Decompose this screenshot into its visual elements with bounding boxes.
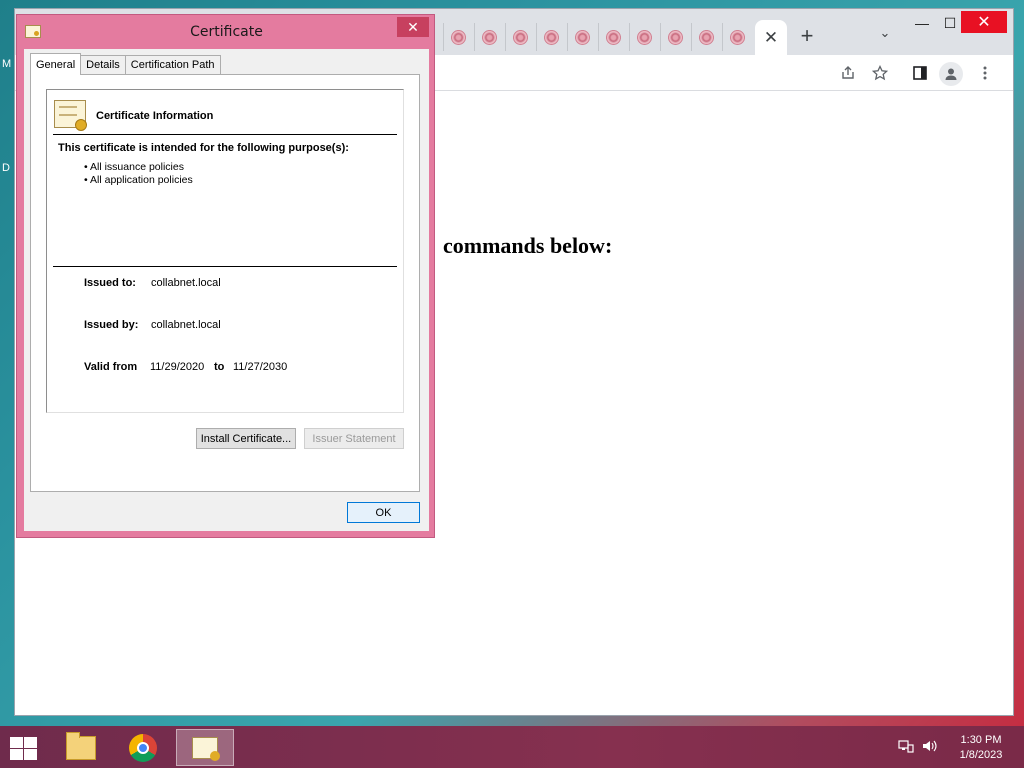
tab-8[interactable] <box>660 23 690 51</box>
tab-1[interactable] <box>443 23 473 51</box>
windows-start-icon[interactable] <box>8 736 38 760</box>
file-explorer-taskbar-button[interactable] <box>52 729 110 766</box>
system-clock[interactable]: 1:30 PM 1/8/2023 <box>948 733 1014 763</box>
favicon-icon <box>575 29 590 45</box>
tab-9[interactable] <box>691 23 721 51</box>
tab-3[interactable] <box>505 23 535 51</box>
taskbar: 1:30 PM 1/8/2023 <box>0 726 1024 768</box>
chrome-icon <box>129 733 157 762</box>
valid-from-label: Valid from <box>84 361 138 373</box>
tab-2[interactable] <box>474 23 504 51</box>
purpose-heading: This certificate is intended for the fol… <box>58 142 349 154</box>
browser-close-button[interactable]: ✕ <box>961 11 1007 33</box>
valid-to-label: to <box>214 361 225 373</box>
favicon-icon <box>482 29 497 45</box>
tab-7[interactable] <box>629 23 659 51</box>
tab-search-button[interactable]: ⌄ <box>875 25 895 47</box>
clock-time: 1:30 PM <box>960 734 1002 746</box>
favicon-icon <box>668 29 683 45</box>
active-tab-close-button[interactable]: ✕ <box>755 20 787 55</box>
desktop-edge-letter-m: M <box>2 58 12 70</box>
star-icon[interactable] <box>868 61 892 85</box>
share-icon[interactable] <box>836 61 860 85</box>
network-icon[interactable] <box>898 739 914 756</box>
tab-general[interactable]: General <box>30 53 82 75</box>
tab-4[interactable] <box>536 23 566 51</box>
tab-10[interactable] <box>722 23 752 51</box>
favicon-icon <box>606 29 621 45</box>
tab-details[interactable]: Details <box>80 55 126 75</box>
ok-button[interactable]: OK <box>347 502 420 523</box>
minimize-button[interactable]: — <box>907 11 937 35</box>
desktop-edge-letter-d: D <box>2 162 10 174</box>
info-title: Certificate Information <box>96 110 214 122</box>
folder-icon <box>66 731 96 760</box>
purpose-item: All issuance policies <box>84 161 193 174</box>
clock-date: 1/8/2023 <box>959 749 1003 761</box>
purpose-item: All application policies <box>84 174 193 187</box>
issued-by-label: Issued by: <box>84 319 139 331</box>
tab-certification-path[interactable]: Certification Path <box>124 55 221 75</box>
purpose-list: All issuance policies All application po… <box>84 161 193 187</box>
valid-to-value: 11/27/2030 <box>233 361 288 373</box>
issuer-statement-button[interactable]: Issuer Statement <box>304 428 404 449</box>
chrome-taskbar-button[interactable] <box>114 729 172 766</box>
profile-icon[interactable] <box>939 62 963 86</box>
divider <box>53 134 397 135</box>
general-tab-panel: Certificate Information This certificate… <box>30 74 420 492</box>
dialog-body: General Details Certification Path Certi… <box>24 49 429 531</box>
favicon-icon <box>637 29 652 45</box>
issued-to-label: Issued to: <box>84 277 136 289</box>
volume-icon[interactable] <box>922 739 938 756</box>
valid-from-value: 11/29/2020 <box>150 361 205 373</box>
certificate-info-icon <box>54 100 87 131</box>
issued-by-value: collabnet.local <box>151 319 221 331</box>
new-tab-button[interactable]: + <box>796 23 818 49</box>
issued-to-value: collabnet.local <box>151 277 221 289</box>
favicon-icon <box>513 29 528 45</box>
tab-6[interactable] <box>598 23 628 51</box>
dialog-tabs: General Details Certification Path <box>30 53 221 75</box>
dialog-close-button[interactable]: ✕ <box>397 17 429 37</box>
menu-icon[interactable] <box>973 61 997 85</box>
certificate-dialog: Certificate ✕ General Details Certificat… <box>16 14 435 538</box>
side-panel-icon[interactable] <box>908 61 932 85</box>
favicon-icon <box>730 29 745 45</box>
tab-5[interactable] <box>567 23 597 51</box>
certificate-taskbar-button[interactable] <box>176 729 234 766</box>
divider <box>53 266 397 267</box>
install-certificate-button[interactable]: Install Certificate... <box>196 428 296 449</box>
certificate-icon <box>192 736 220 761</box>
favicon-icon <box>451 29 466 45</box>
favicon-icon <box>544 29 559 45</box>
dialog-title: Certificate <box>190 24 263 40</box>
page-heading: commands below: <box>443 233 613 258</box>
certificate-info-box: Certificate Information This certificate… <box>46 89 404 413</box>
favicon-icon <box>699 29 714 45</box>
